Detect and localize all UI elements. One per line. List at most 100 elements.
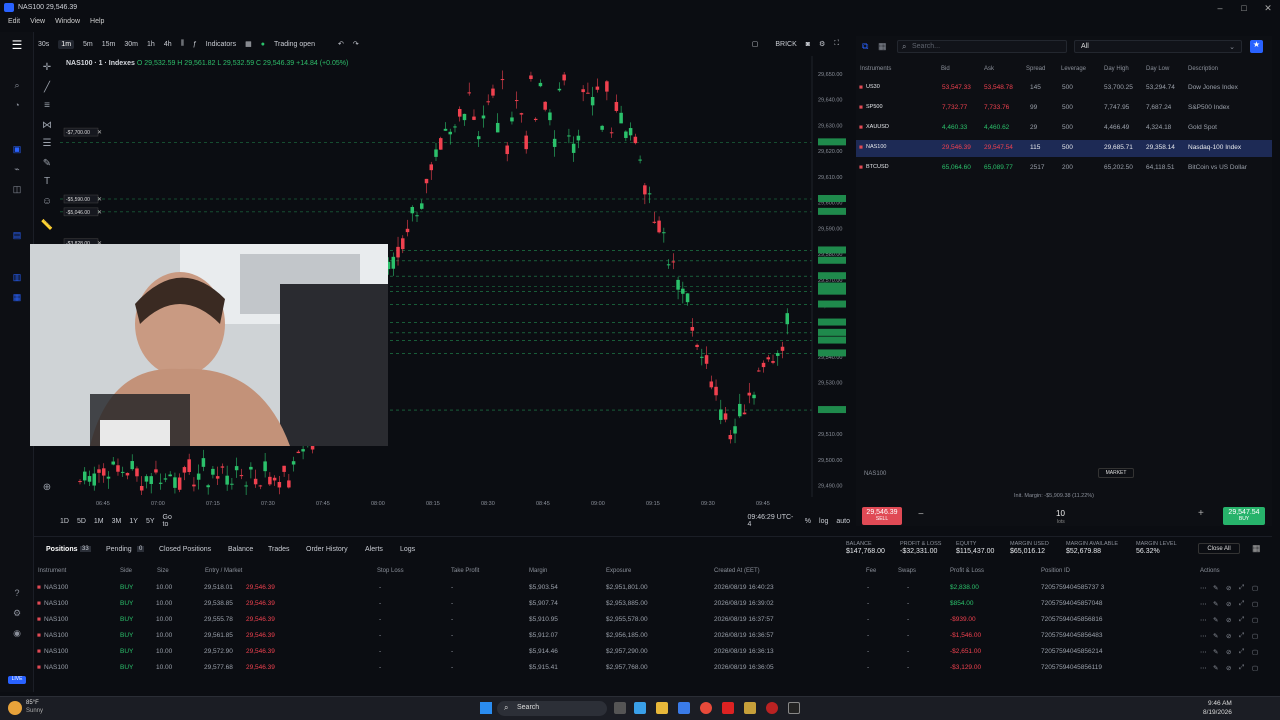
list-icon[interactable]: ▥ — [10, 272, 24, 284]
user-icon[interactable]: ◉ — [10, 628, 24, 640]
watchlist-filter[interactable]: All ⌄ — [1074, 40, 1242, 53]
search-icon[interactable]: ⌕ — [10, 80, 24, 92]
close-icon[interactable]: ⊘ — [1226, 648, 1231, 656]
app-icon-8[interactable] — [766, 702, 778, 714]
edit-icon[interactable]: ✎ — [1213, 648, 1218, 656]
indicators-button[interactable]: Indicators — [206, 41, 236, 48]
log-toggle[interactable]: log — [819, 518, 828, 525]
tf-4h[interactable]: 4h — [164, 41, 172, 48]
pin-icon[interactable]: ▢ — [1252, 600, 1258, 608]
redo-icon[interactable]: ↷ — [353, 40, 359, 48]
share-icon[interactable]: ⋯ — [1200, 584, 1207, 592]
tab-order-history[interactable]: Order History — [306, 546, 348, 553]
tf-1m[interactable]: 1m — [58, 39, 75, 49]
auto-toggle[interactable]: auto — [836, 518, 850, 525]
tab-positions[interactable]: Positions — [46, 546, 78, 553]
settings-chart-icon[interactable]: ⚙ — [819, 40, 825, 48]
watchlist-row[interactable]: ■ US30 53,547.33 53,548.78 145 500 53,700.25 53… — [856, 80, 1272, 97]
percent-toggle[interactable]: % — [805, 518, 811, 525]
explorer-icon[interactable] — [656, 702, 668, 714]
edit-icon[interactable]: ✎ — [1213, 632, 1218, 640]
pin-icon[interactable]: ▢ — [1252, 616, 1258, 624]
watchlist-row[interactable]: ■ SP500 7,732.77 7,733.76 99 500 7,747.95 7,687… — [856, 100, 1272, 117]
menu-view[interactable]: View — [30, 16, 45, 28]
range-1d[interactable]: 1D — [60, 518, 69, 525]
window-icon[interactable]: ▢ — [752, 40, 759, 48]
pin-icon[interactable]: ▢ — [1252, 584, 1258, 592]
camera-icon[interactable]: ◙ — [806, 41, 810, 48]
close-icon[interactable]: ⊘ — [1226, 616, 1231, 624]
trendline-icon[interactable]: ╱ — [40, 82, 54, 94]
close-icon[interactable]: ⊘ — [1226, 632, 1231, 640]
expand-icon[interactable]: ⤢ — [1239, 600, 1244, 608]
expand-icon[interactable]: ⤢ — [1239, 632, 1244, 640]
menu-help[interactable]: Help — [90, 16, 104, 28]
minus-icon[interactable]: − — [918, 509, 924, 520]
indicators-icon[interactable]: ƒ — [193, 41, 197, 48]
pin-icon[interactable]: ▢ — [1252, 664, 1258, 672]
fullscreen-icon[interactable]: ⛶ — [834, 40, 839, 48]
candle-type-icon[interactable]: ⫼ — [181, 40, 184, 48]
watchlist-row[interactable]: ■ BTCUSD 65,064.60 65,089.77 2517 200 65,202.5… — [856, 160, 1272, 177]
close-all-button[interactable]: Close All — [1198, 543, 1240, 554]
tf-30m[interactable]: 30m — [124, 41, 138, 48]
windows-start-icon[interactable] — [480, 702, 492, 714]
fib-icon[interactable]: ☰ — [40, 138, 54, 150]
order-type-button[interactable]: MARKET — [1098, 468, 1134, 478]
layers-icon[interactable]: ◫ — [10, 184, 24, 196]
pin-icon[interactable]: ▢ — [1252, 648, 1258, 656]
emoji-icon[interactable]: ☺ — [40, 196, 54, 208]
help-icon[interactable]: ? — [10, 588, 24, 600]
edit-icon[interactable]: ✎ — [1213, 664, 1218, 672]
table-row[interactable]: ■ NAS100 BUY 10.00 29,538.85 29,546.39 - - $5,90… — [34, 596, 1272, 612]
link-icon[interactable]: ⌁ — [10, 164, 24, 176]
edit-icon[interactable]: ✎ — [1213, 584, 1218, 592]
tab-balance[interactable]: Balance — [228, 546, 253, 553]
goto-button[interactable]: Go to — [163, 514, 180, 528]
tf-5m[interactable]: 5m — [83, 41, 93, 48]
tab-trades[interactable]: Trades — [268, 546, 290, 553]
range-1y[interactable]: 1Y — [129, 518, 138, 525]
plus-icon[interactable]: + — [1198, 508, 1204, 519]
chrome-icon[interactable] — [700, 702, 712, 714]
trading-app-icon[interactable] — [788, 702, 800, 714]
ruler-icon[interactable]: 📏 — [40, 220, 54, 232]
share-icon[interactable]: ⋯ — [1200, 632, 1207, 640]
close-icon[interactable]: ⊘ — [1226, 584, 1231, 592]
menu-icon[interactable]: ☰ — [10, 38, 24, 52]
copilot-icon[interactable] — [634, 702, 646, 714]
watchlist-row[interactable]: ■ XAUUSD 4,460.33 4,460.62 29 500 4,466.49 4,32… — [856, 120, 1272, 137]
grid-view-icon[interactable]: ▦ — [878, 41, 887, 52]
range-5d[interactable]: 5D — [77, 518, 86, 525]
close-icon[interactable]: ⊘ — [1226, 664, 1231, 672]
share-icon[interactable]: ⋯ — [1200, 616, 1207, 624]
close-icon[interactable]: ⊘ — [1226, 600, 1231, 608]
share-icon[interactable]: ⋯ — [1200, 648, 1207, 656]
brush-icon[interactable]: ✎ — [40, 158, 54, 170]
bell-icon[interactable]: ◔ — [10, 100, 24, 112]
layout-grid-icon[interactable]: ▦ — [1252, 543, 1261, 554]
undo-icon[interactable]: ↶ — [338, 40, 344, 48]
share-icon[interactable]: ⋯ — [1200, 664, 1207, 672]
grid-icon[interactable]: ▦ — [10, 292, 24, 304]
app-icon-7[interactable] — [744, 702, 756, 714]
brick-button[interactable]: BRICK — [775, 41, 796, 48]
table-row[interactable]: ■ NAS100 BUY 10.00 29,572.90 29,546.39 - - $5,91… — [34, 644, 1272, 660]
pin-icon[interactable]: ▢ — [1252, 632, 1258, 640]
layout-icon[interactable]: ▦ — [245, 40, 252, 48]
add-icon[interactable]: ★ — [1250, 40, 1263, 53]
watchlist-search[interactable]: ⌕ Search... — [897, 40, 1067, 53]
buy-button[interactable]: 29,547.54 BUY — [1223, 507, 1265, 525]
panel-icon[interactable]: ▤ — [10, 230, 24, 242]
edit-icon[interactable]: ✎ — [1213, 616, 1218, 624]
store-icon[interactable] — [678, 702, 690, 714]
expand-icon[interactable]: ⤢ — [1239, 664, 1244, 672]
chart-icon[interactable]: ▣ — [10, 144, 24, 156]
quantity-value[interactable]: 10 — [1056, 509, 1065, 518]
watchlist-row[interactable]: ■ NAS100 29,546.39 29,547.54 115 500 29,685.71… — [856, 140, 1272, 157]
tab-closed[interactable]: Closed Positions — [159, 546, 211, 553]
magnet-icon[interactable]: ⊕ — [40, 482, 54, 494]
hlines-icon[interactable]: ≡ — [40, 100, 54, 112]
sell-button[interactable]: 29,546.39 SELL — [862, 507, 902, 525]
tab-alerts[interactable]: Alerts — [365, 546, 383, 553]
